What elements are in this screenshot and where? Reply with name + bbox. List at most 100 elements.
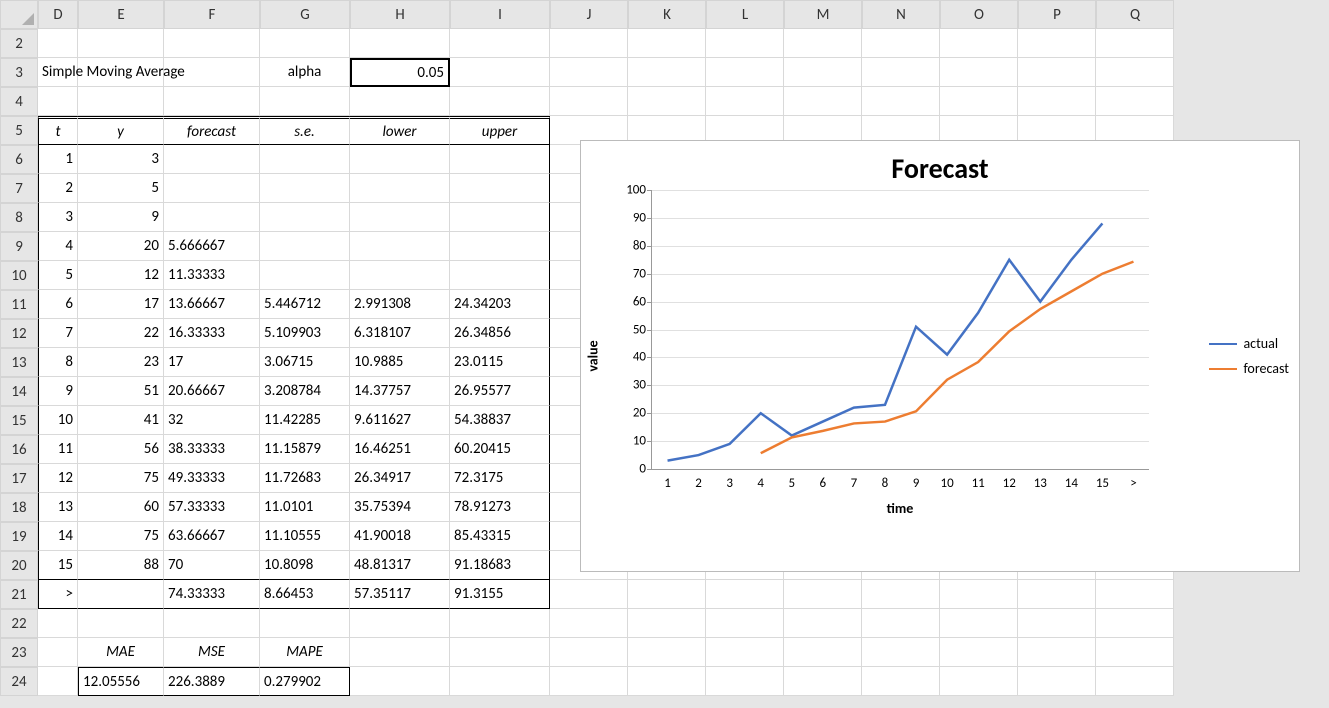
cell-F11[interactable]: 13.66667	[164, 290, 260, 319]
row-header-7[interactable]: 7	[0, 174, 38, 203]
cell-F8[interactable]	[164, 203, 260, 232]
cell-H4[interactable]	[350, 87, 450, 116]
cell-E13[interactable]: 23	[78, 348, 164, 377]
row-header-17[interactable]: 17	[0, 464, 38, 493]
cell-G23[interactable]: MAPE	[260, 638, 350, 667]
cell-E10[interactable]: 12	[78, 261, 164, 290]
cell-D4[interactable]	[38, 87, 78, 116]
cell-H24[interactable]	[350, 667, 450, 696]
cell-M4[interactable]	[784, 87, 862, 116]
cell-J4[interactable]	[550, 87, 628, 116]
cell-K22[interactable]	[628, 609, 706, 638]
cell-G24[interactable]: 0.279902	[260, 667, 350, 696]
cell-I15[interactable]: 54.38837	[450, 406, 550, 435]
cell-I20[interactable]: 91.18683	[450, 551, 550, 580]
cell-L22[interactable]	[706, 609, 784, 638]
cell-L21[interactable]	[706, 580, 784, 609]
row-header-4[interactable]: 4	[0, 87, 38, 116]
cell-H3[interactable]: 0.05	[350, 58, 450, 87]
cell-D12[interactable]: 7	[38, 319, 78, 348]
cell-D7[interactable]: 2	[38, 174, 78, 203]
cell-I2[interactable]	[450, 29, 550, 58]
cell-I3[interactable]	[450, 58, 550, 87]
cell-H5[interactable]: lower	[350, 116, 450, 145]
cell-I22[interactable]	[450, 609, 550, 638]
cell-H7[interactable]	[350, 174, 450, 203]
cell-F14[interactable]: 20.66667	[164, 377, 260, 406]
cell-J24[interactable]	[550, 667, 628, 696]
cell-I11[interactable]: 24.34203	[450, 290, 550, 319]
cell-L24[interactable]	[706, 667, 784, 696]
cell-H16[interactable]: 16.46251	[350, 435, 450, 464]
cell-H2[interactable]	[350, 29, 450, 58]
column-header-O[interactable]: O	[940, 0, 1018, 29]
cell-N3[interactable]	[862, 58, 940, 87]
row-header-2[interactable]: 2	[0, 29, 38, 58]
select-all-corner[interactable]	[0, 0, 38, 29]
cell-N4[interactable]	[862, 87, 940, 116]
cell-H15[interactable]: 9.611627	[350, 406, 450, 435]
row-header-6[interactable]: 6	[0, 145, 38, 174]
cell-F20[interactable]: 70	[164, 551, 260, 580]
cell-H9[interactable]	[350, 232, 450, 261]
row-header-16[interactable]: 16	[0, 435, 38, 464]
cell-D14[interactable]: 9	[38, 377, 78, 406]
cell-Q2[interactable]	[1096, 29, 1174, 58]
cell-F15[interactable]: 32	[164, 406, 260, 435]
cell-E4[interactable]	[78, 87, 164, 116]
cell-N23[interactable]	[862, 638, 940, 667]
cell-I5[interactable]: upper	[450, 116, 550, 145]
column-header-H[interactable]: H	[350, 0, 450, 29]
cell-F24[interactable]: 226.3889	[164, 667, 260, 696]
cell-M23[interactable]	[784, 638, 862, 667]
cell-O21[interactable]	[940, 580, 1018, 609]
cell-K21[interactable]	[628, 580, 706, 609]
cell-G5[interactable]: s.e.	[260, 116, 350, 145]
cell-I24[interactable]	[450, 667, 550, 696]
cell-I10[interactable]	[450, 261, 550, 290]
cell-F18[interactable]: 57.33333	[164, 493, 260, 522]
cell-O4[interactable]	[940, 87, 1018, 116]
cell-I4[interactable]	[450, 87, 550, 116]
cell-D11[interactable]: 6	[38, 290, 78, 319]
cell-F23[interactable]: MSE	[164, 638, 260, 667]
cell-D22[interactable]	[38, 609, 78, 638]
cell-F17[interactable]: 49.33333	[164, 464, 260, 493]
cell-K24[interactable]	[628, 667, 706, 696]
cell-G18[interactable]: 11.0101	[260, 493, 350, 522]
cell-K4[interactable]	[628, 87, 706, 116]
row-header-9[interactable]: 9	[0, 232, 38, 261]
cell-L4[interactable]	[706, 87, 784, 116]
cell-G11[interactable]: 5.446712	[260, 290, 350, 319]
cell-J2[interactable]	[550, 29, 628, 58]
cell-Q24[interactable]	[1096, 667, 1174, 696]
cell-E16[interactable]: 56	[78, 435, 164, 464]
cell-I7[interactable]	[450, 174, 550, 203]
cell-D8[interactable]: 3	[38, 203, 78, 232]
cell-D3[interactable]: Simple Moving Average	[38, 58, 78, 87]
cell-G7[interactable]	[260, 174, 350, 203]
cell-G4[interactable]	[260, 87, 350, 116]
cell-E15[interactable]: 41	[78, 406, 164, 435]
row-header-14[interactable]: 14	[0, 377, 38, 406]
cell-D19[interactable]: 14	[38, 522, 78, 551]
cell-H19[interactable]: 41.90018	[350, 522, 450, 551]
cell-H6[interactable]	[350, 145, 450, 174]
cell-G14[interactable]: 3.208784	[260, 377, 350, 406]
cell-G17[interactable]: 11.72683	[260, 464, 350, 493]
cell-D15[interactable]: 10	[38, 406, 78, 435]
cell-M24[interactable]	[784, 667, 862, 696]
cell-D9[interactable]: 4	[38, 232, 78, 261]
cell-J3[interactable]	[550, 58, 628, 87]
cell-E21[interactable]	[78, 580, 164, 609]
cell-H14[interactable]: 14.37757	[350, 377, 450, 406]
column-header-M[interactable]: M	[784, 0, 862, 29]
cell-F5[interactable]: forecast	[164, 116, 260, 145]
row-header-19[interactable]: 19	[0, 522, 38, 551]
forecast-chart[interactable]: Forecast value 0102030405060708090100123…	[580, 140, 1300, 572]
cell-G10[interactable]	[260, 261, 350, 290]
cell-J22[interactable]	[550, 609, 628, 638]
row-header-23[interactable]: 23	[0, 638, 38, 667]
column-header-D[interactable]: D	[38, 0, 78, 29]
cell-F13[interactable]: 17	[164, 348, 260, 377]
